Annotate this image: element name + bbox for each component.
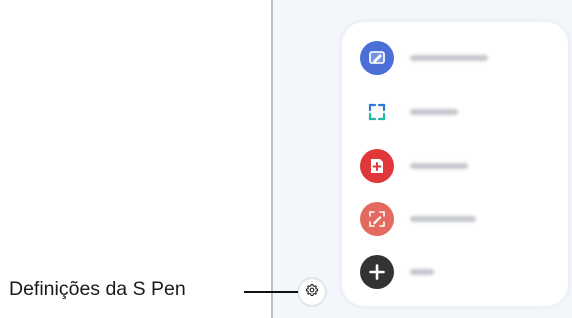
canvas: Definições da S Pen (0, 0, 572, 318)
gear-icon (305, 283, 319, 302)
menu-item-label (410, 109, 458, 115)
menu-item-screen-write[interactable] (360, 199, 560, 239)
menu-item-label (410, 55, 488, 61)
menu-item-label (410, 163, 468, 169)
menu-item-label (410, 269, 434, 275)
callout-label: Definições da S Pen (9, 278, 186, 300)
add-icon (360, 255, 394, 289)
screen-write-icon (360, 202, 394, 236)
ai-select-icon (360, 95, 394, 129)
callout-line (244, 291, 298, 293)
menu-item-create-note[interactable] (360, 146, 560, 186)
creative-studio-icon (360, 41, 394, 75)
menu-item-creative-studio[interactable] (360, 38, 560, 78)
menu-item-ai-select[interactable] (360, 92, 560, 132)
menu-item-label (410, 216, 476, 222)
menu-item-add[interactable] (360, 252, 560, 292)
s-pen-settings-button[interactable] (299, 279, 325, 305)
create-note-icon (360, 149, 394, 183)
